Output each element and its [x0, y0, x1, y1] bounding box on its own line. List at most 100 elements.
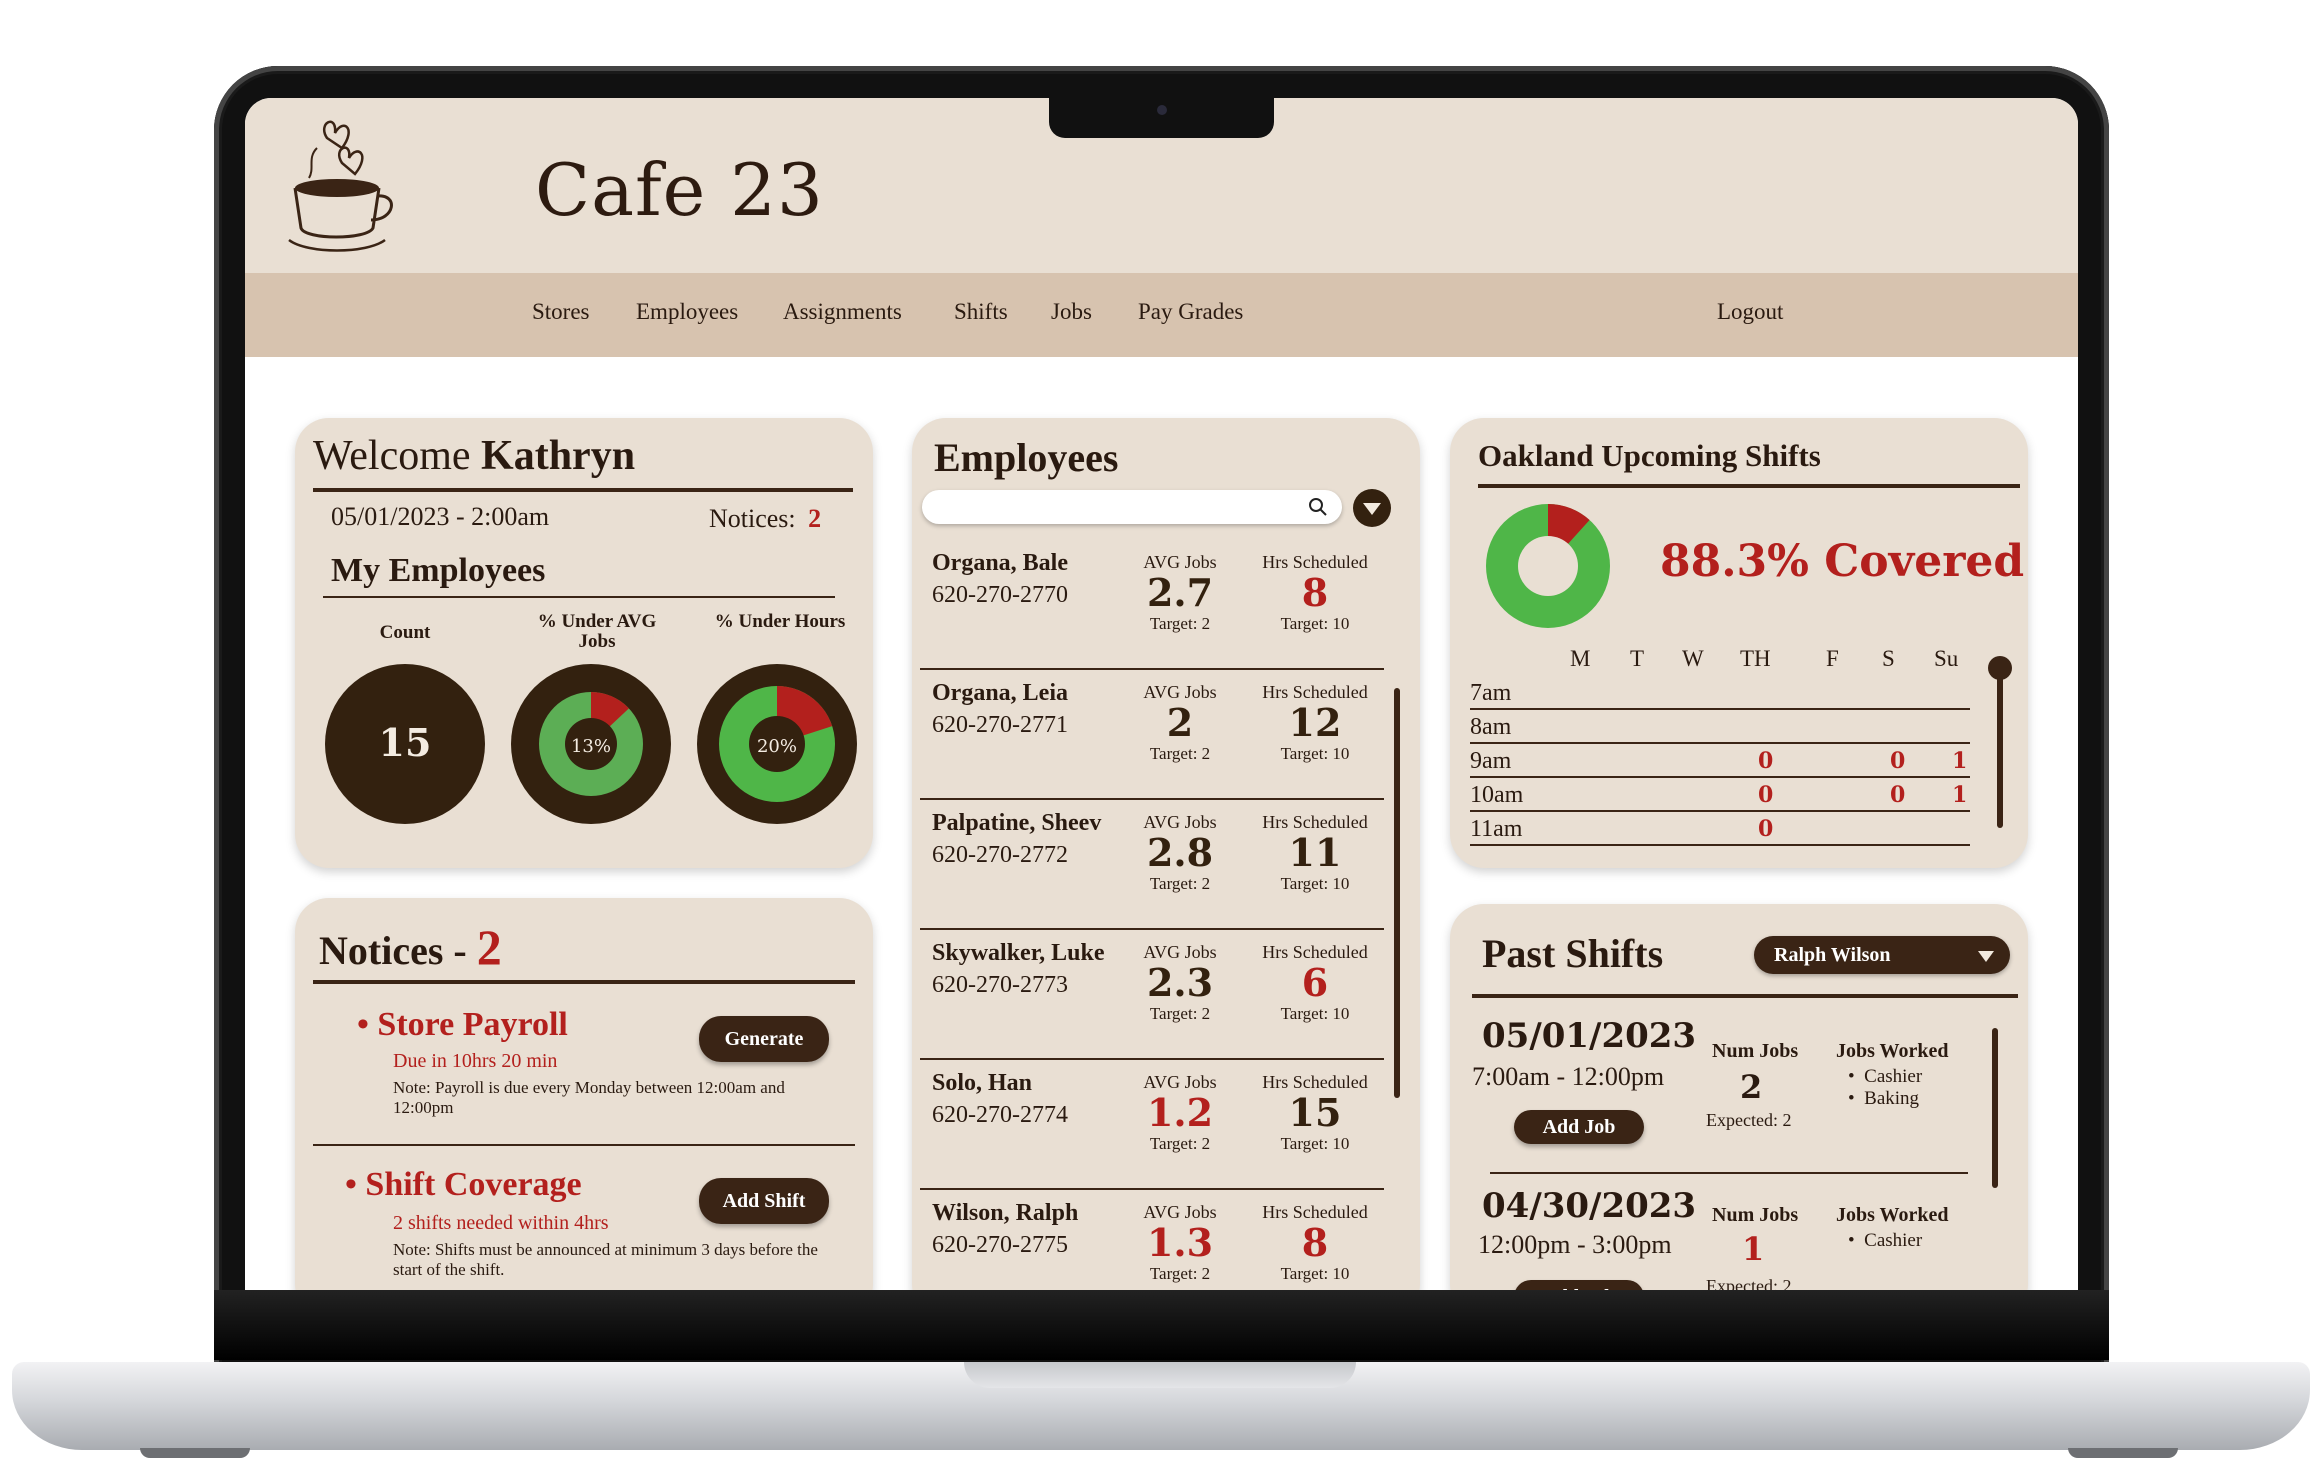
add-job-button[interactable]: Add Job: [1514, 1280, 1644, 1290]
past-shifts-scrollbar[interactable]: [1992, 1028, 1998, 1188]
laptop-foot: [2068, 1448, 2178, 1458]
schedule-time: 11am: [1470, 816, 1523, 842]
day-header: Su: [1934, 646, 1959, 671]
employee-row[interactable]: Organa, Leia 620-270-2771 AVG Jobs 2 Tar…: [920, 670, 1384, 800]
employee-name: Organa, Leia: [932, 680, 1068, 706]
welcome-heading: Welcome Kathryn: [313, 432, 635, 480]
current-datetime: 05/01/2023 - 2:00am: [331, 502, 550, 531]
laptop-foot: [140, 1448, 250, 1458]
coffee-cup-logo-icon: [288, 120, 393, 252]
under-avg-jobs-donut: 13%: [511, 664, 671, 824]
under-avg-value: 13%: [571, 736, 611, 757]
nav-pay-grades[interactable]: Pay Grades: [1138, 299, 1243, 325]
app-title: Cafe 23: [535, 148, 824, 232]
employee-search-input[interactable]: [922, 490, 1342, 524]
screen: Cafe 23 Stores Employees Assignments Shi…: [245, 98, 2078, 1290]
employee-row[interactable]: Solo, Han 620-270-2774 AVG Jobs 1.2 Targ…: [920, 1060, 1384, 1190]
under-hours-donut: 20%: [697, 664, 857, 824]
employee-row[interactable]: Palpatine, Sheev 620-270-2772 AVG Jobs 2…: [920, 800, 1384, 930]
shift-time: 12:00pm - 3:00pm: [1478, 1230, 1672, 1259]
avg-jobs-target: Target: 2: [1149, 874, 1211, 893]
stat-label-under-hours: % Under Hours: [714, 611, 846, 632]
hrs-scheduled-target: Target: 10: [1280, 874, 1350, 893]
hrs-scheduled-target: Target: 10: [1280, 1264, 1350, 1283]
nav-stores[interactable]: Stores: [532, 299, 590, 325]
employee-phone: 620-270-2774: [932, 1102, 1068, 1128]
employee-select[interactable]: Ralph Wilson: [1754, 936, 2010, 974]
job-worked-name: Baking: [1864, 1088, 1920, 1109]
employees-title: Employees: [934, 435, 1119, 480]
nav-assignments[interactable]: Assignments: [783, 299, 902, 325]
notice-title-text: Store Payroll: [377, 1006, 568, 1043]
shift-time: 7:00am - 12:00pm: [1472, 1062, 1665, 1091]
hrs-scheduled-target: Target: 10: [1280, 744, 1350, 763]
avg-jobs-target: Target: 2: [1149, 744, 1211, 763]
employee-row[interactable]: Skywalker, Luke 620-270-2773 AVG Jobs 2.…: [920, 930, 1384, 1060]
employee-count-circle: 15: [325, 664, 485, 824]
schedule-row: 7am: [1470, 676, 1970, 710]
employee-name: Solo, Han: [932, 1070, 1033, 1096]
add-job-button[interactable]: Add Job: [1514, 1110, 1644, 1144]
schedule-row: 9am 0 0 1: [1470, 744, 1970, 778]
avg-jobs-value: 1.3: [1146, 1220, 1214, 1265]
schedule-scrollbar[interactable]: [1997, 662, 2003, 828]
employees-scrollbar[interactable]: [1394, 688, 1400, 1098]
employee-row[interactable]: Wilson, Ralph 620-270-2775 AVG Jobs 1.3 …: [920, 1190, 1384, 1290]
schedule-cell[interactable]: 1: [1952, 782, 1967, 808]
employee-phone: 620-270-2773: [932, 972, 1068, 998]
avg-jobs-target: Target: 2: [1149, 1004, 1211, 1023]
avg-jobs-target: Target: 2: [1149, 1264, 1211, 1283]
avg-jobs-target: Target: 2: [1149, 1134, 1211, 1153]
notices-title: Notices - 2: [319, 918, 502, 976]
shift-date: 04/30/2023: [1482, 1186, 1697, 1226]
notices-summary-count: 2: [808, 504, 822, 533]
hrs-scheduled-value: 8: [1301, 570, 1329, 615]
schedule-cell[interactable]: 1: [1952, 748, 1967, 774]
under-hours-value: 20%: [757, 736, 797, 757]
avg-jobs-value: 1.2: [1146, 1090, 1214, 1135]
nav-logout[interactable]: Logout: [1717, 299, 1783, 325]
notice-title-shift-coverage: • Shift Coverage: [345, 1166, 582, 1203]
schedule-row: 11am 0: [1470, 812, 1970, 846]
employee-phone: 620-270-2770: [932, 582, 1068, 608]
welcome-user-name: Kathryn: [481, 433, 636, 479]
day-header: TH: [1740, 646, 1771, 671]
upcoming-shifts-card: Oakland Upcoming Shifts 88.3% Covered M …: [1450, 418, 2028, 868]
num-jobs-label: Num Jobs: [1712, 1040, 1799, 1062]
employee-name: Wilson, Ralph: [932, 1200, 1079, 1226]
schedule-cell[interactable]: 0: [1890, 782, 1905, 808]
filter-dropdown-icon[interactable]: [1352, 488, 1392, 528]
search-icon[interactable]: [1308, 497, 1328, 517]
nav-shifts[interactable]: Shifts: [954, 299, 1008, 325]
hrs-scheduled-value: 6: [1301, 960, 1329, 1005]
notices-summary-label: Notices:: [709, 504, 796, 533]
schedule-time: 9am: [1470, 748, 1512, 774]
employee-phone: 620-270-2772: [932, 842, 1068, 868]
schedule-cell[interactable]: 0: [1758, 782, 1773, 808]
nav-jobs[interactable]: Jobs: [1051, 299, 1092, 325]
employee-row[interactable]: Organa, Bale 620-270-2770 AVG Jobs 2.7 T…: [920, 540, 1384, 670]
divider: [1490, 1172, 1968, 1174]
nav-employees[interactable]: Employees: [636, 299, 738, 325]
schedule-row: 10am 0 0 1: [1470, 778, 1970, 812]
main-nav: Stores Employees Assignments Shifts Jobs…: [245, 273, 2078, 357]
jobs-worked-label: Jobs Worked: [1836, 1040, 1949, 1062]
employee-name: Organa, Bale: [932, 550, 1068, 576]
chevron-down-icon: [1978, 951, 1994, 962]
schedule-cell[interactable]: 0: [1890, 748, 1905, 774]
schedule-cell[interactable]: 0: [1758, 816, 1773, 842]
generate-button[interactable]: Generate: [699, 1016, 829, 1062]
hrs-scheduled-target: Target: 10: [1280, 1004, 1350, 1023]
expected-jobs: Expected: 2: [1706, 1276, 1792, 1290]
employee-select-value: Ralph Wilson: [1774, 944, 1891, 966]
add-shift-button[interactable]: Add Shift: [699, 1178, 829, 1224]
schedule-scroll-handle[interactable]: [1988, 656, 2012, 680]
schedule-time: 10am: [1470, 782, 1524, 808]
jobs-worked-label: Jobs Worked: [1836, 1204, 1949, 1226]
num-jobs-value: 2: [1740, 1068, 1763, 1106]
schedule-cell[interactable]: 0: [1758, 748, 1773, 774]
employee-count-value: 15: [379, 720, 432, 765]
laptop-chin: [214, 1290, 2109, 1360]
coverage-percentage: 88.3% Covered: [1660, 536, 2025, 587]
notice-title-payroll: • Store Payroll: [357, 1006, 568, 1043]
